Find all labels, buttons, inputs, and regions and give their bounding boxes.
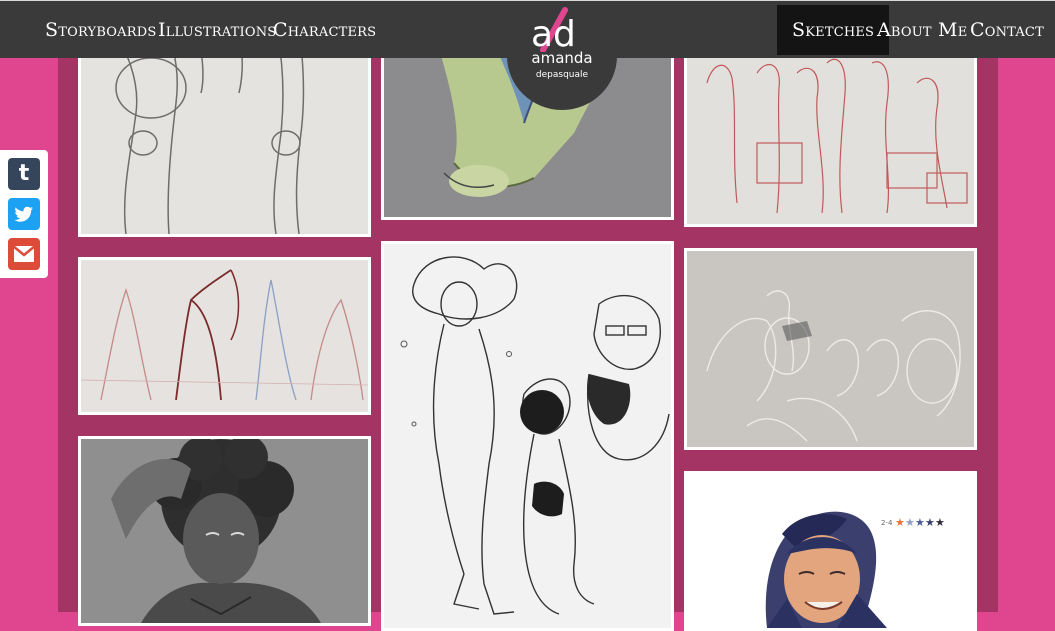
logo-surname: depasquale (535, 70, 589, 80)
star-icon: ★ (895, 517, 905, 529)
gallery-thumb-ink-characters[interactable] (381, 241, 674, 631)
share-bar: t (0, 150, 48, 278)
nav-link-storyboards[interactable]: Storyboards (45, 5, 156, 55)
twitter-bird-icon (14, 206, 33, 222)
share-gmail-button[interactable] (8, 238, 40, 270)
star-icon: ★ (935, 517, 945, 529)
site-logo[interactable]: ad amanda depasquale (507, 2, 617, 110)
crouching-figures-sketch-image (706, 290, 961, 442)
tumblr-icon: t (18, 161, 30, 186)
share-tumblr-button[interactable]: t (8, 158, 40, 190)
color-swatch-stars: ★ ★ ★ ★ ★ (895, 516, 955, 529)
logo-name: amanda (531, 49, 593, 67)
nav-link-contact[interactable]: Contact (970, 5, 1044, 55)
logo-mark-text: ad (531, 14, 576, 52)
nav-link-sketches[interactable]: Sketches (777, 5, 890, 55)
star-icon: ★ (905, 517, 915, 529)
nav-link-illustrations[interactable]: Illustrations (158, 5, 276, 55)
palette-label: 2-4 (881, 519, 893, 527)
ink-characters-sketch-image (400, 256, 670, 615)
curly-woman-painting-image (111, 439, 321, 623)
gallery-thumb-bow-figure[interactable] (78, 257, 371, 415)
smiling-character-painting-image (765, 511, 887, 628)
logo-mark-icon: ad (531, 7, 576, 52)
bow-figure-sketch-image (81, 269, 368, 401)
star-icon: ★ (925, 517, 935, 529)
nav-link-about-me[interactable]: About Me (877, 5, 967, 55)
star-icon: ★ (915, 517, 925, 529)
gallery-thumb-curly-woman[interactable] (78, 436, 371, 626)
gallery-thumb-smiling-character[interactable]: 2-4 ★ ★ ★ ★ ★ (684, 471, 977, 631)
share-twitter-button[interactable] (8, 198, 40, 230)
nav-link-characters[interactable]: Characters (273, 5, 376, 55)
gmail-envelope-icon (12, 245, 36, 262)
gallery-thumb-crouching-figures[interactable] (684, 248, 977, 450)
